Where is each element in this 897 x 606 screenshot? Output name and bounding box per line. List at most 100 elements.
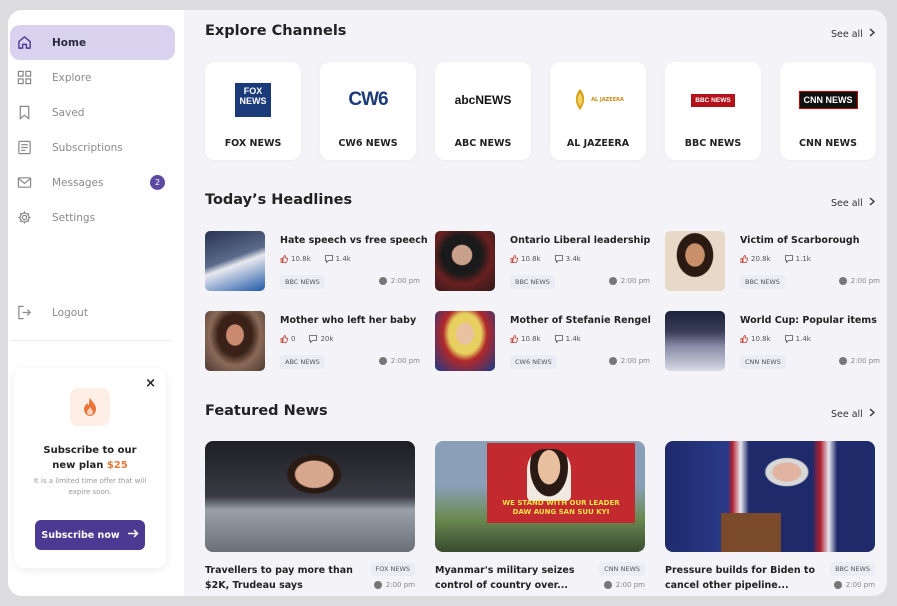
time-value: 2:00 pm bbox=[620, 357, 650, 365]
thumbs-up-icon bbox=[740, 335, 748, 343]
headline-thumbnail bbox=[665, 231, 725, 291]
clock-icon bbox=[378, 277, 387, 285]
headline-thumbnail bbox=[435, 231, 495, 291]
channel-card-bbc-news[interactable]: BBC NEWS BBC NEWS bbox=[665, 62, 761, 160]
comments-count: 1.4k bbox=[554, 335, 581, 343]
headline-card[interactable]: Victim of Scarborough 20.8k 1.1k BBC NEW… bbox=[665, 231, 880, 293]
featured-card[interactable]: Pressure builds for Biden to cancel othe… bbox=[665, 441, 875, 596]
headline-stats: 0 20k bbox=[280, 335, 333, 343]
headline-title: Ontario Liberal leadership bbox=[510, 235, 651, 246]
sidebar-item-settings[interactable]: Settings bbox=[10, 200, 175, 235]
mail-icon bbox=[16, 175, 32, 191]
headline-title: Victim of Scarborough bbox=[740, 235, 860, 246]
channel-card-cw6-news[interactable]: CW6 CW6 NEWS bbox=[320, 62, 416, 160]
featured-card[interactable]: Travellers to pay more than $2K, Trudeau… bbox=[205, 441, 415, 596]
logout-label: Logout bbox=[52, 306, 88, 319]
headline-card[interactable]: Hate speech vs free speech 10.8k 1.4k BB… bbox=[205, 231, 428, 293]
time-value: 2:00 pm bbox=[390, 277, 420, 285]
featured-see-all-link[interactable]: See all bbox=[831, 408, 875, 420]
chevron-right-icon bbox=[869, 197, 875, 209]
headline-stats: 10.8k 1.4k bbox=[280, 255, 351, 263]
comment-icon bbox=[784, 335, 793, 343]
headline-thumbnail bbox=[665, 311, 725, 371]
grid-icon bbox=[16, 70, 32, 86]
sidebar-item-explore[interactable]: Explore bbox=[10, 60, 175, 95]
headline-card[interactable]: Ontario Liberal leadership 10.8k 3.4k BB… bbox=[435, 231, 650, 293]
sidebar-item-label: Home bbox=[52, 36, 87, 49]
headline-card[interactable]: Mother who left her baby 0 20k ABC NEWS … bbox=[205, 311, 420, 373]
channel-name: CW6 NEWS bbox=[338, 138, 398, 149]
sidebar-item-label: Messages bbox=[52, 176, 104, 189]
app-window: Home Explore Saved Subscriptions Message… bbox=[8, 10, 887, 596]
headlines-see-all-link[interactable]: See all bbox=[831, 197, 875, 209]
headline-time: 2:00 pm bbox=[378, 277, 420, 285]
headline-stats: 10.8k 1.4k bbox=[740, 335, 811, 343]
abc-news-logo: abcNEWS bbox=[435, 84, 531, 116]
sidebar-divider bbox=[10, 340, 172, 341]
al-jazeera-emblem-icon bbox=[576, 89, 585, 110]
comments-value: 3.4k bbox=[565, 255, 581, 263]
comments-value: 20k bbox=[320, 335, 334, 343]
banner-text: WE STAND WITH OUR LEADER DAW AUNG SAN SU… bbox=[502, 499, 620, 516]
likes-count: 0 bbox=[280, 335, 295, 343]
thumbs-up-icon bbox=[510, 255, 518, 263]
sidebar-item-home[interactable]: Home bbox=[10, 25, 175, 60]
subscription-promo-card: × Subscribe to our new plan $25 It is a … bbox=[14, 368, 166, 568]
headline-card[interactable]: World Cup: Popular items 10.8k 1.4k CNN … bbox=[665, 311, 880, 373]
headline-title: Mother who left her baby bbox=[280, 315, 417, 326]
headline-title: Hate speech vs free speech bbox=[280, 235, 428, 246]
channel-card-al-jazeera[interactable]: AL JAZEERA AL JAZEERA bbox=[550, 62, 646, 160]
sidebar-item-messages[interactable]: Messages 2 bbox=[10, 165, 175, 200]
see-all-label: See all bbox=[831, 408, 863, 420]
time-value: 2:00 pm bbox=[845, 581, 875, 589]
thumbs-up-icon bbox=[280, 335, 288, 343]
likes-value: 20.8k bbox=[751, 255, 771, 263]
thumbs-up-icon bbox=[740, 255, 748, 263]
headline-time: 2:00 pm bbox=[608, 357, 650, 365]
likes-value: 0 bbox=[291, 335, 296, 343]
subscribe-button-label: Subscribe now bbox=[41, 529, 120, 541]
promo-title-line1: Subscribe to our bbox=[43, 445, 137, 456]
source-tag: BBC NEWS bbox=[510, 275, 555, 289]
cnn-logo-text: CNN NEWS bbox=[798, 91, 858, 109]
chevron-right-icon bbox=[869, 28, 875, 40]
headline-time: 2:00 pm bbox=[378, 357, 420, 365]
channels-see-all-link[interactable]: See all bbox=[831, 28, 875, 40]
clock-icon bbox=[838, 357, 847, 365]
headline-card[interactable]: Mother of Stefanie Rengel 10.8k 1.4k CW6… bbox=[435, 311, 651, 373]
bbc-news-logo: BBC NEWS bbox=[665, 84, 761, 116]
likes-count: 20.8k bbox=[740, 255, 771, 263]
sidebar-item-saved[interactable]: Saved bbox=[10, 95, 175, 130]
promo-title-line2: new plan $25 bbox=[14, 458, 166, 473]
source-tag: BBC NEWS bbox=[280, 275, 325, 289]
featured-time: 2:00 pm bbox=[373, 581, 415, 589]
sidebar-item-label: Settings bbox=[52, 211, 96, 224]
likes-count: 10.8k bbox=[740, 335, 771, 343]
subscribe-now-button[interactable]: Subscribe now bbox=[35, 520, 145, 550]
document-icon bbox=[16, 140, 32, 156]
bbc-logo-text: BBC NEWS bbox=[691, 93, 735, 107]
banner-portrait bbox=[527, 449, 571, 501]
time-value: 2:00 pm bbox=[615, 581, 645, 589]
featured-title: Myanmar's military seizes control of cou… bbox=[435, 565, 575, 591]
sidebar: Home Explore Saved Subscriptions Message… bbox=[8, 10, 184, 596]
close-icon[interactable]: × bbox=[145, 376, 156, 391]
comments-value: 1.4k bbox=[795, 335, 811, 343]
headline-thumbnail bbox=[435, 311, 495, 371]
explore-channels-title: Explore Channels bbox=[205, 23, 347, 39]
headline-thumbnail bbox=[205, 231, 265, 291]
logout-button[interactable]: Logout bbox=[10, 295, 175, 330]
likes-count: 10.8k bbox=[510, 335, 541, 343]
channel-card-cnn-news[interactable]: CNN NEWS CNN NEWS bbox=[780, 62, 876, 160]
likes-value: 10.8k bbox=[521, 335, 541, 343]
channel-card-fox-news[interactable]: FOX NEWS FOX NEWS bbox=[205, 62, 301, 160]
headline-title: Mother of Stefanie Rengel bbox=[510, 315, 651, 326]
flame-icon bbox=[70, 388, 110, 426]
channel-card-abc-news[interactable]: abcNEWS ABC NEWS bbox=[435, 62, 531, 160]
sidebar-item-label: Subscriptions bbox=[52, 141, 123, 154]
channel-name: BBC NEWS bbox=[684, 138, 742, 149]
featured-title: Pressure builds for Biden to cancel othe… bbox=[665, 565, 815, 591]
featured-card[interactable]: WE STAND WITH OUR LEADER DAW AUNG SAN SU… bbox=[435, 441, 645, 596]
sidebar-item-subscriptions[interactable]: Subscriptions bbox=[10, 130, 175, 165]
logout-icon bbox=[16, 305, 32, 321]
